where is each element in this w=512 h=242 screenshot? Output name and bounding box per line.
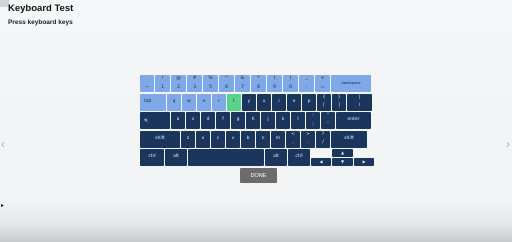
arrow-spacer: [354, 149, 374, 157]
key-right-shift[interactable]: shift: [331, 130, 367, 148]
key-space[interactable]: [188, 149, 264, 166]
key-n[interactable]: n: [256, 130, 270, 148]
key-arrow-left[interactable]: ◀: [311, 158, 331, 166]
keyboard-row-shift: shift z x c v b n m <, >. ? / shift: [140, 130, 377, 148]
virtual-keyboard: ~ ! 1 @2 #3 % 5 ^ 6 & 7 * 8 (9 ) 0 _ - + = backs…: [140, 75, 377, 168]
key-right-ctrl[interactable]: ctrl: [288, 149, 310, 166]
arrow-left-icon: ◀: [319, 159, 323, 164]
arrow-row-bottom: ◀ ▼ ▶: [311, 158, 374, 166]
key-x[interactable]: x: [196, 130, 210, 148]
key-arrow-right[interactable]: ▶: [354, 158, 374, 166]
key-comma[interactable]: <,: [286, 130, 300, 148]
key-5[interactable]: % 5: [203, 75, 218, 92]
keyboard-row-home: 🔍 a s d f g h j k l :; " ' enter: [140, 112, 377, 129]
key-g[interactable]: g: [231, 112, 245, 129]
key-right-alt[interactable]: alt: [265, 149, 287, 166]
key-2[interactable]: @2: [171, 75, 186, 92]
key-tab[interactable]: tab: [140, 93, 166, 111]
key-minus[interactable]: _ -: [299, 75, 314, 92]
key-7[interactable]: & 7: [235, 75, 250, 92]
key-j[interactable]: j: [261, 112, 275, 129]
key-h[interactable]: h: [246, 112, 260, 129]
key-backspace[interactable]: backspace: [331, 75, 371, 92]
key-equals[interactable]: + =: [315, 75, 330, 92]
key-u[interactable]: u: [257, 93, 271, 111]
key-search[interactable]: 🔍: [140, 112, 170, 129]
key-slash[interactable]: ? /: [316, 130, 330, 148]
key-v[interactable]: v: [226, 130, 240, 148]
key-left-shift[interactable]: shift: [140, 130, 180, 148]
arrow-right-icon: ▶: [362, 159, 366, 164]
arrow-key-cluster: ▲ ◀ ▼ ▶: [311, 149, 374, 166]
key-s[interactable]: s: [186, 112, 200, 129]
key-9[interactable]: (9: [267, 75, 282, 92]
page-title: Keyboard Test: [8, 3, 74, 14]
key-r[interactable]: r: [212, 93, 226, 111]
key-k[interactable]: k: [276, 112, 290, 129]
keyboard-row-bottom: ctrl alt alt ctrl ▲ ◀ ▼ ▶: [140, 149, 377, 166]
key-left-alt[interactable]: alt: [165, 149, 187, 166]
key-period[interactable]: >.: [301, 130, 315, 148]
keyboard-row-numbers: ~ ! 1 @2 #3 % 5 ^ 6 & 7 * 8 (9 ) 0 _ - + = backs…: [140, 75, 377, 92]
key-t[interactable]: t: [227, 93, 241, 111]
key-f[interactable]: f: [216, 112, 230, 129]
key-1[interactable]: ! 1: [155, 75, 170, 92]
arrow-row-top: ▲: [311, 149, 374, 157]
keyboard-row-qwerty: tab q w e r t y u i o p {[ }] | \: [140, 93, 377, 111]
key-semicolon[interactable]: :;: [306, 112, 320, 129]
next-arrow-icon[interactable]: ›: [506, 137, 510, 151]
key-8[interactable]: * 8: [251, 75, 266, 92]
key-6[interactable]: ^ 6: [219, 75, 234, 92]
key-arrow-down[interactable]: ▼: [332, 158, 353, 166]
previous-arrow-icon[interactable]: ‹: [1, 137, 5, 151]
key-l[interactable]: l: [291, 112, 305, 129]
page-subtitle: Press keyboard keys: [8, 19, 73, 26]
key-right-bracket[interactable]: }]: [332, 93, 346, 111]
arrow-down-icon: ▼: [340, 159, 345, 164]
key-b[interactable]: b: [241, 130, 255, 148]
key-z[interactable]: z: [181, 130, 195, 148]
key-p[interactable]: p: [302, 93, 316, 111]
key-0[interactable]: ) 0: [283, 75, 298, 92]
key-y[interactable]: y: [242, 93, 256, 111]
key-c[interactable]: c: [211, 130, 225, 148]
key-w[interactable]: w: [182, 93, 196, 111]
key-q[interactable]: q: [167, 93, 181, 111]
key-arrow-up[interactable]: ▲: [332, 149, 353, 157]
arrow-spacer: [311, 149, 331, 157]
key-quote[interactable]: " ': [321, 112, 335, 129]
key-i[interactable]: i: [272, 93, 286, 111]
key-tilde[interactable]: ~: [140, 75, 154, 92]
key-backslash[interactable]: | \: [347, 93, 372, 111]
mouse-cursor-icon: ▸: [1, 203, 5, 209]
key-a[interactable]: a: [171, 112, 185, 129]
key-d[interactable]: d: [201, 112, 215, 129]
key-left-bracket[interactable]: {[: [317, 93, 331, 111]
key-m[interactable]: m: [271, 130, 285, 148]
done-button[interactable]: DONE: [240, 168, 277, 183]
key-e[interactable]: e: [197, 93, 211, 111]
key-enter[interactable]: enter: [336, 112, 371, 129]
key-3[interactable]: #3: [187, 75, 202, 92]
search-icon: 🔍: [144, 117, 149, 123]
key-o[interactable]: o: [287, 93, 301, 111]
arrow-up-icon: ▲: [340, 150, 345, 155]
key-left-ctrl[interactable]: ctrl: [140, 149, 164, 166]
